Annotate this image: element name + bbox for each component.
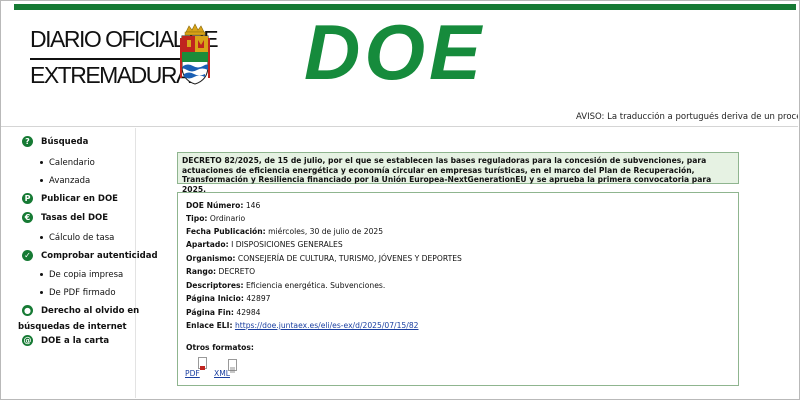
doe-brand-title: DOE	[304, 8, 486, 96]
publish-icon: P	[22, 193, 33, 204]
otros-formatos-label: Otros formatos:	[186, 343, 254, 352]
nav-olvido-label-1: Derecho al olvido en	[41, 306, 140, 316]
nav-tasas-label: Tasas del DOE	[41, 213, 109, 223]
mail-icon: @	[22, 335, 33, 346]
nav-publicar[interactable]: P Publicar en DOE	[22, 193, 118, 204]
label: Rango:	[186, 267, 217, 276]
header-divider	[1, 126, 798, 127]
bullet-icon	[40, 273, 43, 276]
value: miércoles, 30 de julio de 2025	[268, 227, 384, 236]
euro-icon: €	[22, 212, 33, 223]
value: I DISPOSICIONES GENERALES	[231, 240, 343, 249]
label: DOE Número:	[186, 201, 244, 210]
lock-icon: ●	[22, 305, 33, 316]
value: 146	[245, 201, 261, 210]
nav-publicar-label: Publicar en DOE	[41, 194, 118, 204]
row-rango: Rango: DECRETO	[186, 267, 255, 276]
nav-olvido-line2[interactable]: búsquedas de internet	[18, 322, 127, 332]
label: Descriptores:	[186, 281, 244, 290]
nav-calculo-label: Cálculo de tasa	[49, 233, 115, 243]
nav-busqueda[interactable]: ? Búsqueda	[22, 136, 88, 147]
label: Organismo:	[186, 254, 236, 263]
extremadura-coat-of-arms-icon	[180, 23, 210, 85]
row-pagina-fin: Página Fin: 42984	[186, 308, 261, 317]
xml-link[interactable]: XML	[214, 369, 230, 378]
label: Fecha Publicación:	[186, 227, 266, 236]
logo-rule	[30, 58, 182, 60]
value: Ordinario	[209, 214, 246, 223]
value: 42897	[246, 294, 271, 303]
row-tipo: Tipo: Ordinario	[186, 214, 245, 223]
nav-calculo[interactable]: Cálculo de tasa	[40, 233, 114, 243]
label: Página Inicio:	[186, 294, 244, 303]
value: 42984	[236, 308, 261, 317]
bullet-icon	[40, 291, 43, 294]
label: Enlace ELI:	[186, 321, 233, 330]
nav-pdf-label: De PDF firmado	[49, 288, 116, 298]
pdf-format: PDF	[185, 369, 200, 378]
pdf-link[interactable]: PDF	[185, 369, 200, 378]
help-circle-icon: ?	[22, 136, 33, 147]
bullet-icon	[40, 161, 43, 164]
bullet-icon	[40, 179, 43, 182]
nav-carta[interactable]: @ DOE a la carta	[22, 335, 109, 346]
nav-olvido[interactable]: ● Derecho al olvido en	[22, 305, 139, 316]
row-descriptores: Descriptores: Eficiencia energética. Sub…	[186, 281, 385, 290]
row-organismo: Organismo: CONSEJERÍA DE CULTURA, TURISM…	[186, 254, 462, 263]
label: Página Fin:	[186, 308, 234, 317]
pdf-file-icon[interactable]	[198, 357, 207, 370]
nav-avanzada-label: Avanzada	[49, 176, 91, 186]
row-pagina-inicio: Página Inicio: 42897	[186, 294, 271, 303]
row-numero: DOE Número: 146	[186, 201, 260, 210]
eli-link[interactable]: https://doe.juntaex.es/eli/es-ex/d/2025/…	[235, 321, 419, 330]
nav-comprobar-label: Comprobar autenticidad	[41, 251, 158, 261]
translation-notice: AVISO: La traducción a portugués deriva …	[576, 112, 798, 122]
label: Tipo:	[186, 214, 208, 223]
label: Apartado:	[186, 240, 229, 249]
check-circle-icon: ✓	[22, 250, 33, 261]
nav-copia-label: De copia impresa	[49, 270, 124, 280]
nav-tasas[interactable]: € Tasas del DOE	[22, 212, 108, 223]
nav-calendario[interactable]: Calendario	[40, 158, 95, 168]
nav-calendario-label: Calendario	[49, 158, 95, 168]
nav-comprobar[interactable]: ✓ Comprobar autenticidad	[22, 250, 158, 261]
value: CONSEJERÍA DE CULTURA, TURISMO, JÓVENES …	[237, 254, 462, 263]
value: Eficiencia energética. Subvenciones.	[245, 281, 386, 290]
decree-title-box: DECRETO 82/2025, de 15 de julio, por el …	[177, 152, 739, 194]
nav-avanzada[interactable]: Avanzada	[40, 176, 90, 186]
sidebar-divider	[135, 128, 136, 398]
bullet-icon	[40, 236, 43, 239]
row-fecha: Fecha Publicación: miércoles, 30 de juli…	[186, 227, 383, 236]
logo-line-2: EXTREMADURA	[30, 62, 191, 88]
label: Otros formatos:	[186, 343, 254, 352]
nav-carta-label: DOE a la carta	[41, 336, 110, 346]
row-eli: Enlace ELI: https://doe.juntaex.es/eli/e…	[186, 321, 419, 330]
nav-busqueda-label: Búsqueda	[41, 137, 89, 147]
value: DECRETO	[218, 267, 256, 276]
nav-pdf-firmado[interactable]: De PDF firmado	[40, 288, 116, 298]
xml-format: XML	[214, 369, 230, 378]
row-apartado: Apartado: I DISPOSICIONES GENERALES	[186, 240, 343, 249]
decree-details: DOE Número: 146 Tipo: Ordinario Fecha Pu…	[177, 192, 739, 386]
nav-copia-impresa[interactable]: De copia impresa	[40, 270, 123, 280]
